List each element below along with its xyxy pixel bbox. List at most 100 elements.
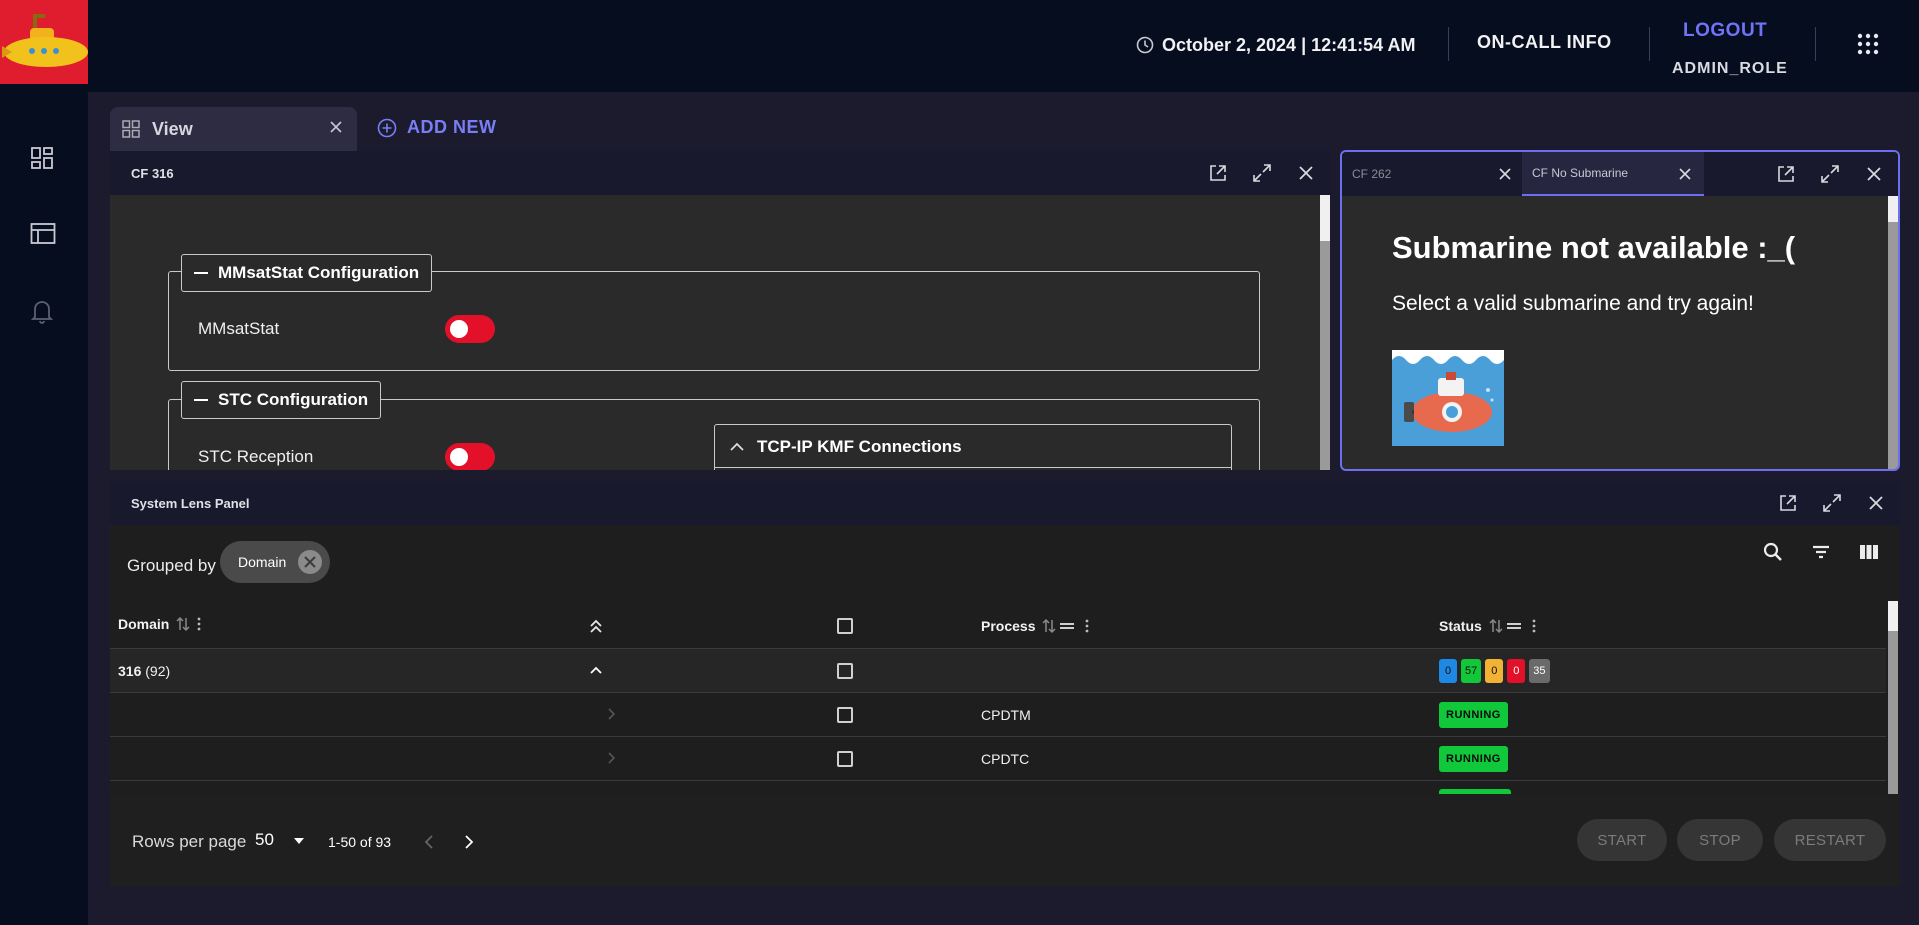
expand-all-icon[interactable] [588,617,604,635]
grid-view-icon [122,120,140,138]
scrollbar-thumb[interactable] [1320,195,1330,241]
user-role: ADMIN_ROLE [1672,60,1788,77]
oncall-info-button[interactable]: ON-CALL INFO [1477,32,1612,53]
tab-cf262[interactable]: CF 262 [1342,152,1522,196]
table-header: Domain Process Status [110,601,1886,649]
close-tab-icon[interactable] [329,120,343,134]
sort-menu-icon[interactable] [1488,617,1542,635]
grouped-by-label: Grouped by [127,556,216,575]
tab-cf-no-submarine-label: CF No Submarine [1532,166,1629,180]
stc-toggle[interactable] [445,443,495,470]
scrollbar-thumb[interactable] [1888,196,1898,222]
logout-button[interactable]: LOGOUT [1683,20,1767,42]
row-checkbox[interactable] [837,707,853,723]
popout-icon[interactable] [1778,493,1798,513]
tab-view[interactable]: View [110,107,357,151]
maximize-icon[interactable] [1822,493,1842,513]
chevron-right-icon[interactable] [606,751,616,765]
panel-title: CF 316 [131,166,174,181]
process-name: CPDTC [981,751,1030,767]
dashboard-icon[interactable] [30,146,54,170]
rows-per-page-select[interactable]: 50 [255,830,305,850]
window-icon[interactable] [30,222,56,246]
count-badge-green: 57 [1461,659,1482,683]
rows-per-page-label: Rows per page [132,832,247,851]
stc-section-title: STC Configuration [218,390,369,409]
submarine-illustration-icon [1392,350,1504,446]
top-bar: October 2, 2024 | 12:41:54 AM ON-CALL IN… [0,0,1919,92]
popout-icon[interactable] [1208,163,1228,183]
row-checkbox[interactable] [837,751,853,767]
tab-cf262-label: CF 262 [1352,167,1392,181]
no-submarine-hint: Select a valid submarine and try again! [1392,292,1754,315]
divider [1815,27,1816,61]
apps-grid-icon[interactable] [1857,33,1879,55]
scrollbar-track-fill [1888,222,1898,469]
tcp-section-title: TCP-IP KMF Connections [757,437,962,456]
remove-group-icon[interactable] [298,550,322,574]
group-row[interactable]: 316 (92) 0 57 0 0 35 [110,649,1886,693]
add-new-label: ADD NEW [407,117,497,137]
chevron-up-icon [730,442,744,451]
start-button[interactable]: START [1577,819,1667,861]
plus-circle-icon [377,118,397,137]
next-page-icon[interactable] [464,834,474,850]
count-badge-yellow: 0 [1485,659,1504,683]
dropdown-arrow-icon[interactable] [293,837,305,845]
prev-page-icon[interactable] [424,834,434,850]
close-icon[interactable] [1296,163,1316,183]
panel-title: System Lens Panel [131,496,250,511]
collapse-icon [194,272,208,274]
maximize-icon[interactable] [1820,164,1840,184]
column-status[interactable]: Status [1439,617,1542,635]
current-datetime: October 2, 2024 | 12:41:54 AM [1136,30,1416,60]
restart-button[interactable]: RESTART [1774,819,1886,861]
cf316-panel: CF 316 MMsatStat Configuration MMsatStat… [110,151,1330,470]
count-badge-blue: 0 [1439,659,1457,683]
stop-button[interactable]: STOP [1677,819,1763,861]
column-process-label: Process [981,618,1036,634]
add-new-button[interactable]: ADD NEW [377,117,497,138]
collapse-icon [194,399,208,401]
panel-header: CF 262 CF No Submarine [1342,152,1898,196]
submarine-logo-icon [2,14,88,67]
close-icon[interactable] [1866,493,1886,513]
stc-label: STC Reception [198,447,314,466]
mmsat-toggle[interactable] [445,315,495,343]
panel-header: System Lens Panel [110,481,1900,525]
select-all-checkbox[interactable] [837,618,853,634]
mmsat-section-header[interactable]: MMsatStat Configuration [181,254,433,292]
status-badge: RUNNING [1439,746,1508,772]
app-logo[interactable] [0,0,88,84]
maximize-icon[interactable] [1252,163,1272,183]
sort-menu-icon[interactable] [175,615,207,633]
tab-cf-no-submarine[interactable]: CF No Submarine [1522,152,1704,196]
table-footer: Rows per page 50 1-50 of 93 START STOP R… [110,794,1900,886]
cf-no-submarine-panel: CF 262 CF No Submarine Submarine not ava… [1340,150,1900,471]
columns-icon[interactable] [1858,541,1880,563]
column-process[interactable]: Process [981,617,1095,635]
search-icon[interactable] [1762,541,1784,563]
table-row[interactable]: CPDTC RUNNING [110,737,1886,781]
group-checkbox[interactable] [837,663,853,679]
group-chip[interactable]: Domain [220,541,330,583]
close-tab-icon[interactable] [1678,167,1692,181]
bell-icon[interactable] [30,298,54,324]
scrollbar-thumb[interactable] [1888,601,1898,631]
close-icon[interactable] [1864,164,1884,184]
close-tab-icon[interactable] [1498,167,1512,181]
rows-per-page-value: 50 [255,830,274,849]
filter-icon[interactable] [1810,541,1832,563]
mmsat-label: MMsatStat [198,319,280,338]
no-submarine-message: Submarine not available :_( [1392,230,1796,265]
divider [1448,27,1449,61]
tcp-kmf-section[interactable]: TCP-IP KMF Connections [714,424,1232,470]
collapse-group-icon[interactable] [589,665,603,675]
popout-icon[interactable] [1776,164,1796,184]
sort-menu-icon[interactable] [1041,617,1095,635]
column-domain[interactable]: Domain [118,615,207,633]
group-count: (92) [145,663,171,679]
chevron-right-icon[interactable] [606,707,616,721]
table-row[interactable]: CPDTM RUNNING [110,693,1886,737]
stc-section-header[interactable]: STC Configuration [181,381,382,419]
